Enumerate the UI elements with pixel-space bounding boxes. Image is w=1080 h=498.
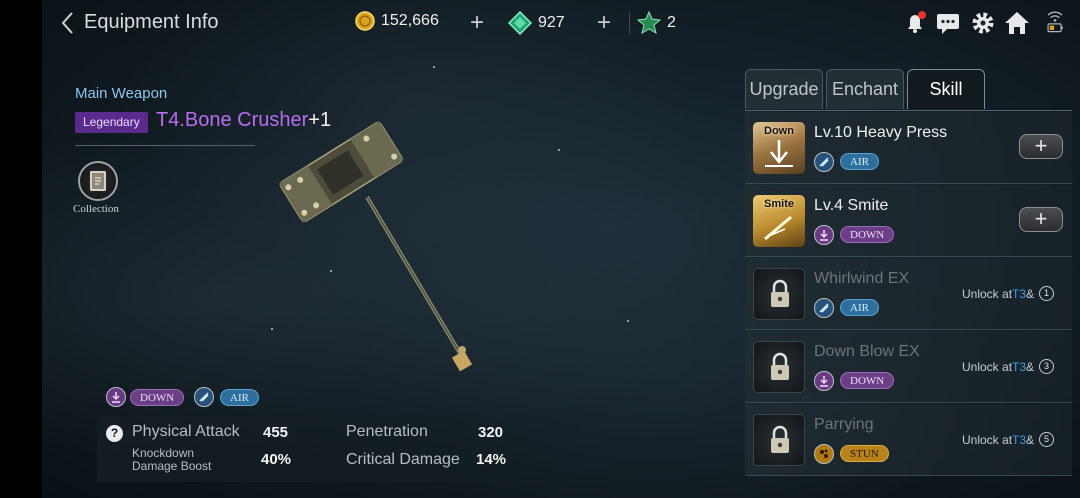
star-particle xyxy=(627,320,629,322)
stat-label-physical-attack: Physical Attack xyxy=(132,423,240,440)
down-blow-skill-icon xyxy=(753,341,805,393)
token-icon xyxy=(637,11,661,35)
tab-bar: Upgrade Enchant Skill xyxy=(745,69,988,109)
collection-label: Collection xyxy=(73,203,119,215)
air-type-icon xyxy=(194,387,214,407)
skill-name: Down Blow EX xyxy=(814,343,920,360)
home-icon[interactable] xyxy=(1004,10,1030,36)
bell-icon[interactable] xyxy=(902,10,928,36)
stun-type-icon xyxy=(814,444,834,464)
unlock-requirement: Unlock at T3 & 1 xyxy=(962,286,1055,301)
token-counter: 2 xyxy=(637,11,676,35)
skill-name: Lv.4 Smite xyxy=(814,197,889,214)
lock-icon xyxy=(771,425,789,453)
stats-help-icon[interactable]: ? xyxy=(106,425,123,442)
gear-icon[interactable] xyxy=(970,10,996,36)
unlock-level-badge: 5 xyxy=(1039,432,1055,447)
chat-icon[interactable] xyxy=(935,10,961,36)
unlock-suffix: & xyxy=(1026,359,1035,374)
down-type-icon xyxy=(814,371,834,391)
divider xyxy=(629,12,630,34)
back-icon[interactable] xyxy=(58,10,80,36)
gem-icon xyxy=(508,11,532,35)
lock-icon xyxy=(771,279,789,307)
skill-tag: STUN xyxy=(840,445,889,462)
tab-enchant[interactable]: Enchant xyxy=(826,69,904,109)
skill-name: Lv.10 Heavy Press xyxy=(814,124,948,141)
skill-row-locked[interactable]: Parrying STUN Unlock at T3 & 5 xyxy=(745,404,1072,476)
unlock-level-badge: 1 xyxy=(1039,286,1055,301)
gem-amount: 927 xyxy=(538,14,565,31)
tag-air: AIR xyxy=(220,389,259,406)
gold-counter: 152,666 xyxy=(355,11,439,31)
heavy-press-skill-icon: Down xyxy=(753,122,805,174)
lock-icon xyxy=(771,352,789,380)
smite-skill-icon: Smite xyxy=(753,195,805,247)
skill-tag: DOWN xyxy=(840,372,895,389)
whirlwind-skill-icon xyxy=(753,268,805,320)
weapon-slot-label: Main Weapon xyxy=(75,85,168,102)
skill-tag: AIR xyxy=(840,153,879,170)
unlock-prefix: Unlock at xyxy=(962,432,1013,447)
skill-tag: DOWN xyxy=(840,226,895,243)
skill-row[interactable]: Down Lv.10 Heavy Press AIR + xyxy=(745,112,1072,184)
stat-label-penetration: Penetration xyxy=(346,423,428,440)
unlock-tier: T3 xyxy=(1012,286,1027,301)
book-icon xyxy=(90,171,106,191)
stat-value-physical-attack: 455 xyxy=(263,424,289,441)
skill-name: Parrying xyxy=(814,416,874,433)
collection-button[interactable] xyxy=(78,161,118,201)
star-particle xyxy=(558,149,560,151)
gold-amount: 152,666 xyxy=(381,12,439,29)
equipment-screen: Equipment Info 152,666 + 927 + 2 Main We… xyxy=(42,0,1080,498)
stat-label-knockdown-2: Damage Boost xyxy=(132,459,212,473)
add-skill-button[interactable]: + xyxy=(1019,207,1063,232)
stat-label-critical-damage: Critical Damage xyxy=(346,451,460,468)
divider xyxy=(745,110,1072,111)
down-type-icon xyxy=(106,387,126,407)
down-type-icon xyxy=(814,225,834,245)
tag-down: DOWN xyxy=(130,389,185,406)
unlock-level-badge: 3 xyxy=(1039,359,1055,374)
page-title: Equipment Info xyxy=(84,11,219,33)
weapon-image xyxy=(279,121,473,372)
unlock-prefix: Unlock at xyxy=(962,286,1013,301)
gem-counter: 927 xyxy=(508,11,565,35)
skill-icon-label: Smite xyxy=(764,198,794,210)
stat-value-knockdown: 40% xyxy=(261,451,292,468)
wifi-battery-icon xyxy=(1047,11,1063,33)
unlock-requirement: Unlock at T3 & 5 xyxy=(962,432,1055,447)
star-particle xyxy=(433,66,435,68)
skill-icon-label: Down xyxy=(764,125,794,137)
rarity-badge: Legendary xyxy=(75,112,148,133)
add-gold-button[interactable]: + xyxy=(470,9,484,37)
skill-tag: AIR xyxy=(840,299,879,316)
add-skill-button[interactable]: + xyxy=(1019,134,1063,159)
gold-coin-icon xyxy=(355,11,375,31)
skill-row-locked[interactable]: Down Blow EX DOWN Unlock at T3 & 3 xyxy=(745,331,1072,403)
skill-name: Whirlwind EX xyxy=(814,270,910,287)
tab-upgrade[interactable]: Upgrade xyxy=(745,69,823,109)
unlock-prefix: Unlock at xyxy=(962,359,1013,374)
unlock-suffix: & xyxy=(1026,432,1035,447)
add-gem-button[interactable]: + xyxy=(597,9,611,37)
air-type-icon xyxy=(814,298,834,318)
unlock-tier: T3 xyxy=(1012,432,1027,447)
top-bar: Equipment Info 152,666 + 927 + 2 xyxy=(42,0,1080,46)
divider xyxy=(75,145,255,146)
skill-row-locked[interactable]: Whirlwind EX AIR Unlock at T3 & 1 xyxy=(745,258,1072,330)
stat-value-critical-damage: 14% xyxy=(476,451,507,468)
stat-value-penetration: 320 xyxy=(478,424,504,441)
skill-row[interactable]: Smite Lv.4 Smite DOWN + xyxy=(745,185,1072,257)
tab-skill[interactable]: Skill xyxy=(907,69,985,109)
token-amount: 2 xyxy=(667,14,676,31)
unlock-tier: T3 xyxy=(1012,359,1027,374)
air-type-icon xyxy=(814,152,834,172)
parrying-skill-icon xyxy=(753,414,805,466)
unlock-requirement: Unlock at T3 & 3 xyxy=(962,359,1055,374)
unlock-suffix: & xyxy=(1026,286,1035,301)
